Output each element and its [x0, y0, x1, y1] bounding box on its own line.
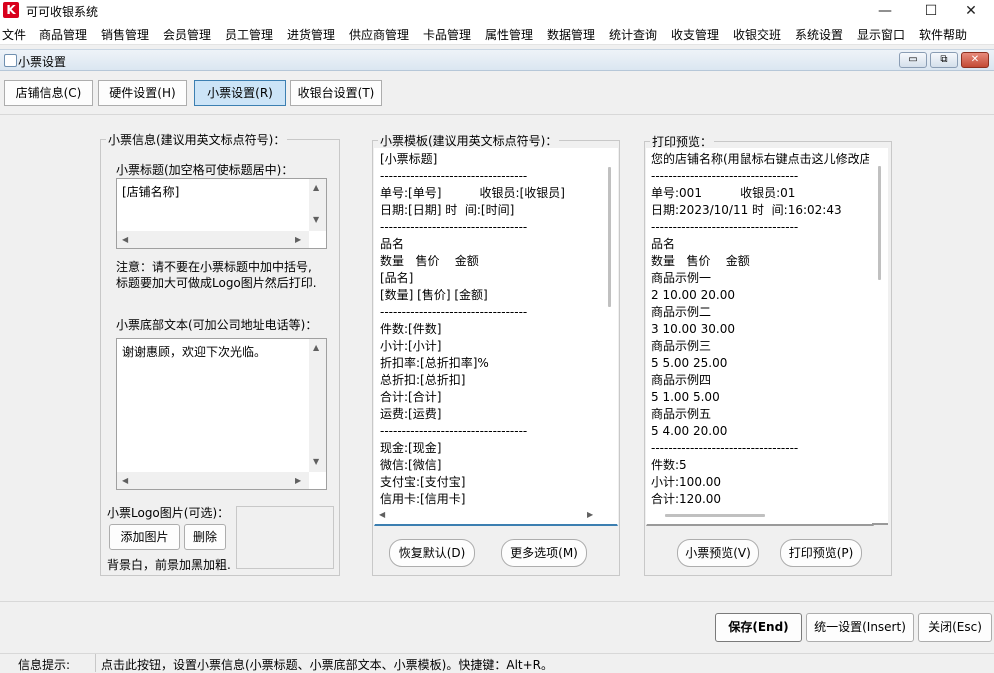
logo-hint: 背景白，前景加黑加粗.	[107, 558, 231, 572]
child-window-title: 小票设置	[18, 55, 67, 69]
save-button[interactable]: 保存(End)	[715, 613, 802, 642]
menu-item-9[interactable]: 数据管理	[547, 26, 595, 43]
menu-item-12[interactable]: 收银交班	[733, 26, 781, 43]
add-image-button[interactable]: 添加图片	[109, 524, 180, 550]
close-button[interactable]: ✕	[948, 0, 994, 22]
preview-text[interactable]: 您的店铺名称(用鼠标右键点击这儿修改店 --------------------…	[651, 151, 869, 507]
preview-scroll-track[interactable]	[872, 148, 888, 525]
title-bar: K 可可收银系统 — ☐ ✕	[0, 0, 994, 22]
template-text[interactable]: [小票标题] ---------------------------------…	[380, 151, 602, 507]
scroll-thumb[interactable]	[665, 514, 765, 517]
close-window-button[interactable]: 关闭(Esc)	[918, 613, 992, 642]
logo-image-box[interactable]	[236, 506, 334, 569]
status-message: 点击此按钮，设置小票信息(小票标题、小票底部文本、小票模板)。快捷键：Alt+R…	[101, 658, 554, 672]
template-textbox[interactable]: [小票标题] ---------------------------------…	[374, 148, 618, 526]
print-preview-button[interactable]: 打印预览(P)	[780, 539, 862, 567]
scroll-thumb[interactable]	[608, 167, 611, 307]
delete-image-button[interactable]: 删除	[184, 524, 226, 550]
preview-horizontal-scrollbar[interactable]	[647, 507, 873, 523]
logo-image-label: 小票Logo图片(可选)：	[107, 506, 230, 520]
restore-default-button[interactable]: 恢复默认(D)	[389, 539, 475, 567]
template-legend: 小票模板(建议用英文标点符号)：	[378, 132, 560, 149]
child-close-button[interactable]: ✕	[961, 52, 989, 68]
menu-item-7[interactable]: 卡品管理	[423, 26, 471, 43]
receipt-title-input[interactable]: [店铺名称] ▲ ▼ ◀ ▶	[116, 178, 327, 249]
receipt-footer-input[interactable]: 谢谢惠顾，欢迎下次光临。 ▲ ▼ ◀ ▶	[116, 338, 327, 490]
preview-textbox[interactable]: 您的店铺名称(用鼠标右键点击这儿修改店 --------------------…	[646, 148, 883, 526]
menu-bar: 文件 商品管理 销售管理 会员管理 员工管理 进货管理 供应商管理 卡品管理 属性管理 数据管理统…	[0, 22, 994, 45]
scroll-right-icon[interactable]: ▶	[295, 235, 301, 244]
menu-item-4[interactable]: 员工管理	[225, 26, 273, 43]
scroll-right-icon[interactable]: ▶	[295, 476, 301, 485]
app-title: 可可收银系统	[26, 5, 99, 19]
title-note-line2: 标题要加大可做成Logo图片然后打印.	[116, 276, 317, 290]
menu-item-1[interactable]: 商品管理	[39, 26, 87, 43]
status-bar: 信息提示: 点击此按钮，设置小票信息(小票标题、小票底部文本、小票模板)。快捷键…	[0, 653, 994, 672]
scroll-left-icon[interactable]: ◀	[379, 510, 385, 519]
template-vertical-scrollbar[interactable]	[603, 149, 617, 507]
footer-horizontal-scrollbar[interactable]: ◀ ▶	[117, 472, 309, 489]
scroll-down-icon[interactable]: ▼	[313, 215, 319, 224]
tab-divider	[0, 114, 994, 115]
scroll-thumb[interactable]	[878, 166, 881, 280]
scroll-left-icon[interactable]: ◀	[122, 235, 128, 244]
receipt-footer-value[interactable]: 谢谢惠顾，欢迎下次光临。	[122, 343, 266, 360]
scroll-right-icon[interactable]: ▶	[587, 510, 593, 519]
app-logo-icon: K	[3, 2, 19, 18]
child-maximize-button[interactable]: ⧉	[930, 52, 958, 68]
status-label: 信息提示:	[18, 658, 71, 672]
template-horizontal-scrollbar[interactable]: ◀ ▶	[375, 507, 603, 523]
menu-item-15[interactable]: 软件帮助	[919, 26, 967, 43]
child-minimize-button[interactable]: ▭	[899, 52, 927, 68]
title-note-line1: 注意：请不要在小票标题中加中括号,	[116, 260, 312, 274]
scroll-down-icon[interactable]: ▼	[313, 457, 319, 466]
menu-item-5[interactable]: 进货管理	[287, 26, 335, 43]
title-horizontal-scrollbar[interactable]: ◀ ▶	[117, 231, 309, 248]
scroll-up-icon[interactable]: ▲	[313, 343, 319, 352]
tab-hardware-settings[interactable]: 硬件设置(H)	[98, 80, 187, 106]
menu-item-11[interactable]: 收支管理	[671, 26, 719, 43]
minimize-button[interactable]: —	[862, 0, 908, 22]
menu-item-14[interactable]: 显示窗口	[857, 26, 905, 43]
child-window-title-bar: 小票设置 ▭ ⧉ ✕	[0, 49, 994, 71]
scroll-up-icon[interactable]: ▲	[313, 183, 319, 192]
menu-item-10[interactable]: 统计查询	[609, 26, 657, 43]
title-vertical-scrollbar[interactable]: ▲ ▼	[309, 179, 326, 231]
receipt-title-label: 小票标题(加空格可使标题居中)：	[116, 163, 294, 177]
unify-settings-button[interactable]: 统一设置(Insert)	[806, 613, 914, 642]
receipt-preview-button[interactable]: 小票预览(V)	[677, 539, 759, 567]
receipt-info-legend: 小票信息(建议用英文标点符号)：	[106, 131, 288, 148]
menu-item-13[interactable]: 系统设置	[795, 26, 843, 43]
menu-item-0[interactable]: 文件	[2, 26, 26, 43]
menu-item-2[interactable]: 销售管理	[101, 26, 149, 43]
status-divider	[95, 654, 96, 672]
window-icon	[4, 54, 17, 67]
menu-item-8[interactable]: 属性管理	[485, 26, 533, 43]
menu-item-6[interactable]: 供应商管理	[349, 26, 409, 43]
bottom-separator	[0, 601, 994, 602]
tab-shop-info[interactable]: 店铺信息(C)	[4, 80, 93, 106]
receipt-footer-label: 小票底部文本(可加公司地址电话等)：	[116, 318, 318, 332]
tab-cashier-settings[interactable]: 收银台设置(T)	[290, 80, 382, 106]
footer-vertical-scrollbar[interactable]: ▲ ▼	[309, 339, 326, 472]
scroll-left-icon[interactable]: ◀	[122, 476, 128, 485]
more-options-button[interactable]: 更多选项(M)	[501, 539, 587, 567]
tab-receipt-settings[interactable]: 小票设置(R)	[194, 80, 286, 106]
receipt-title-value[interactable]: [店铺名称]	[122, 183, 179, 200]
menu-item-3[interactable]: 会员管理	[163, 26, 211, 43]
